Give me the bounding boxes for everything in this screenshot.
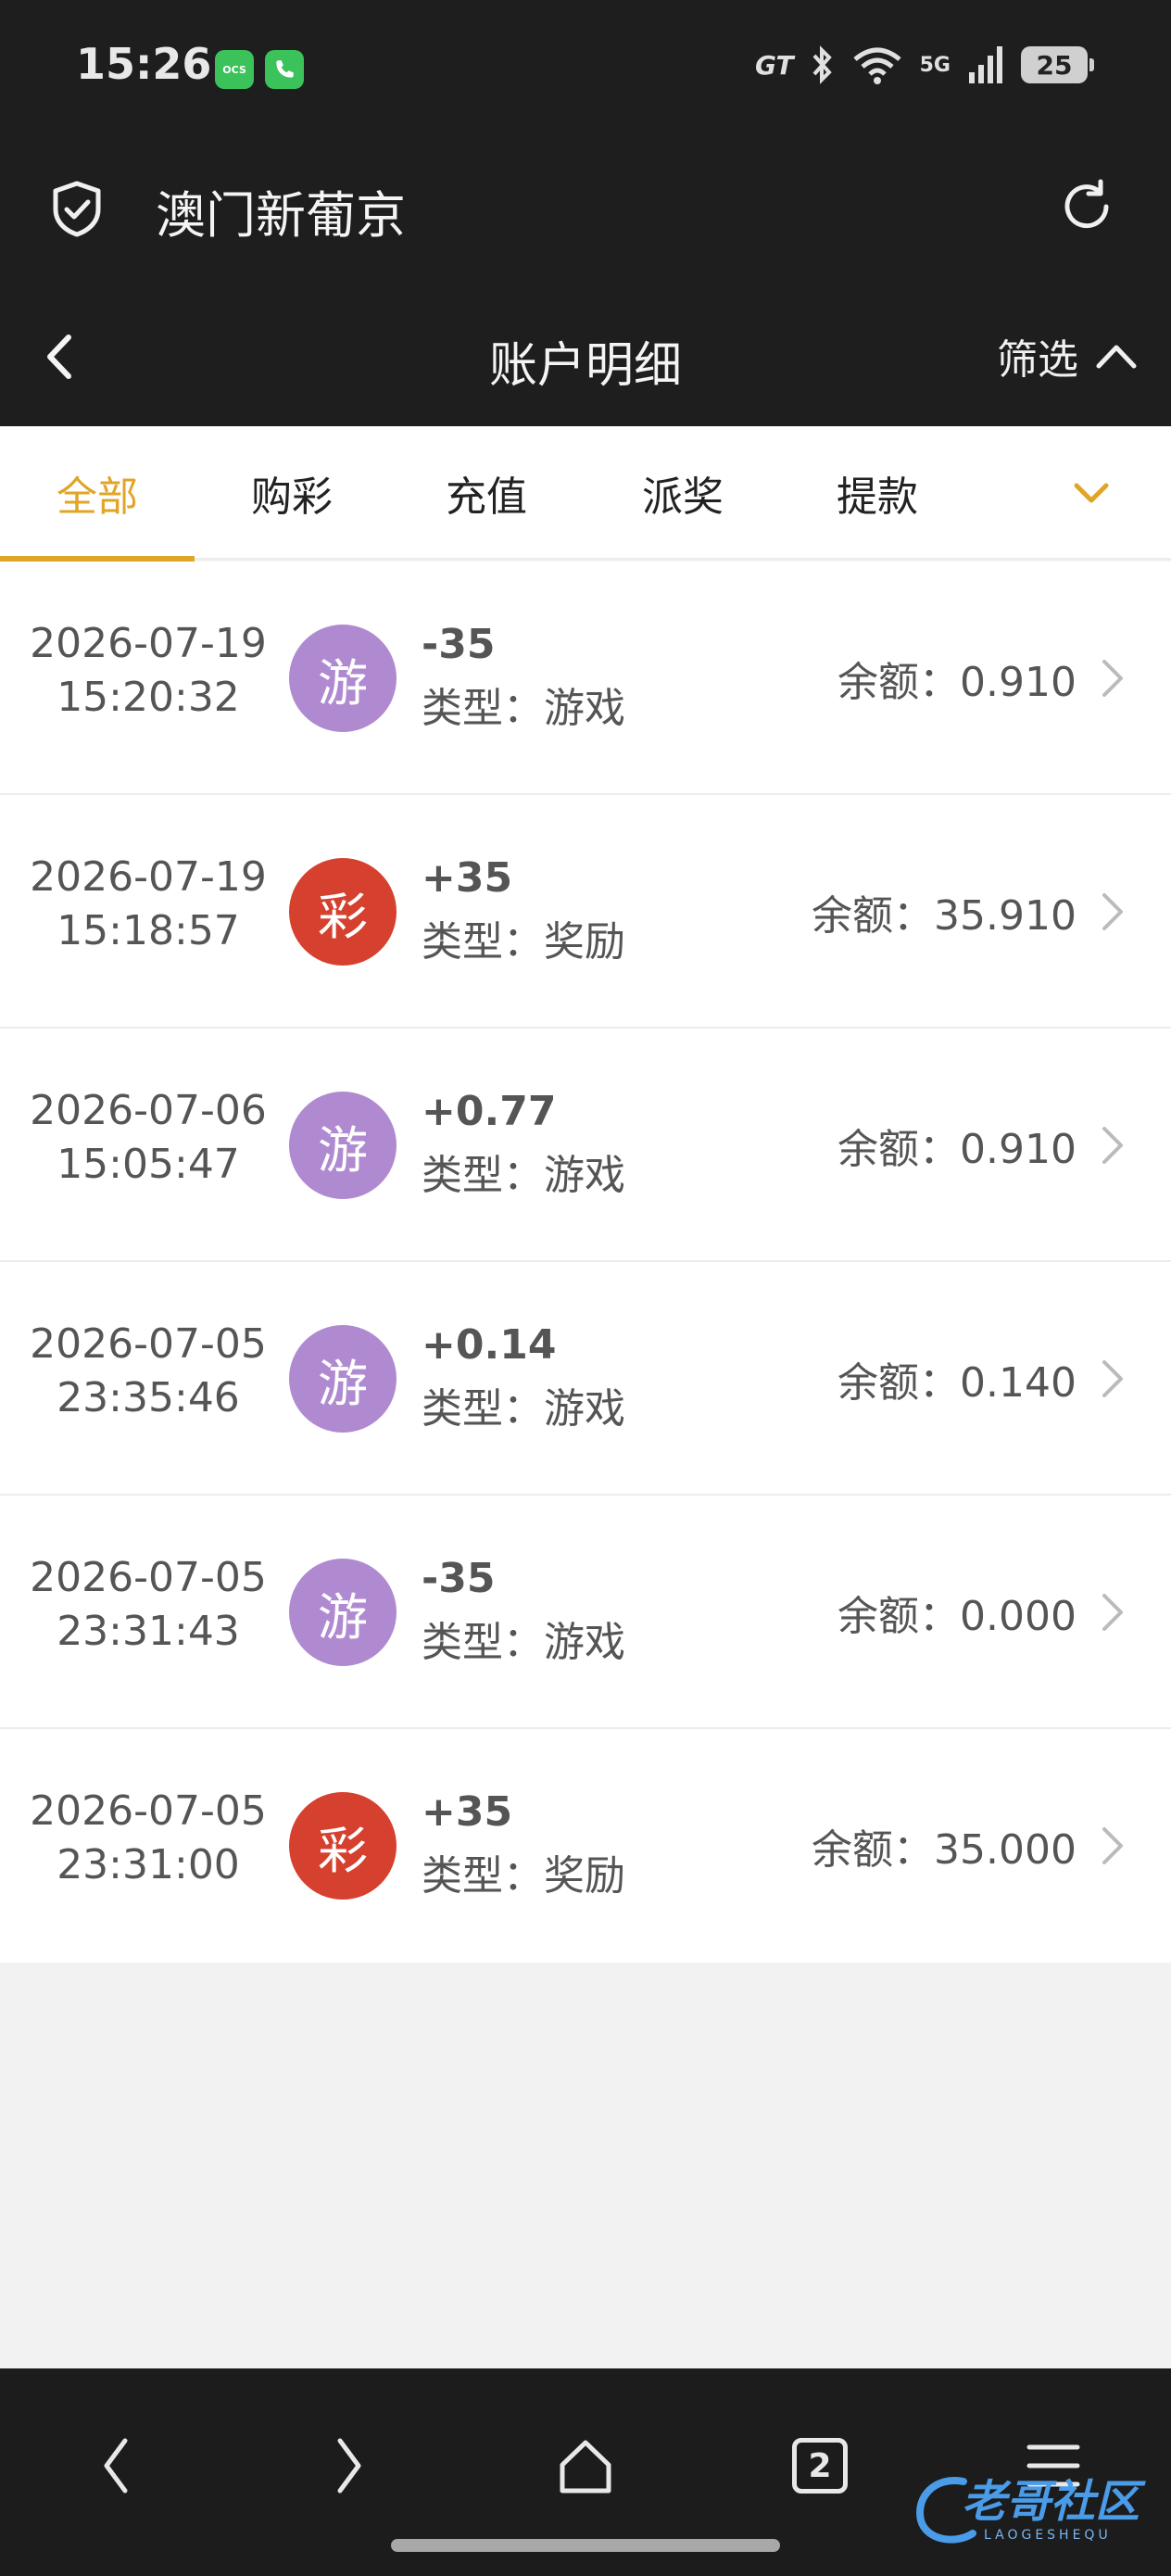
chevron-right-icon (1102, 1827, 1123, 1864)
transaction-type: 类型：游戏 (422, 1152, 625, 1199)
transaction-amount: +0.14 (422, 1321, 557, 1369)
transaction-datetime: 2026-07-19 15:18:57 (28, 851, 269, 958)
transaction-type: 类型：奖励 (422, 918, 625, 966)
transaction-amount: -35 (422, 1555, 496, 1602)
shield-check-icon[interactable] (46, 178, 107, 239)
chevron-left-icon (104, 2438, 128, 2494)
signal-icon (969, 46, 1002, 83)
transaction-amount: -35 (422, 621, 496, 668)
transaction-date: 2026-07-05 (30, 1320, 267, 1368)
tab-deposit[interactable]: 充值 (389, 426, 584, 560)
watermark-subtext: LAOGESHEQU (984, 2528, 1112, 2543)
home-icon (560, 2440, 611, 2494)
chevron-right-icon (1102, 660, 1123, 697)
status-icons: GT 5G 25 (755, 44, 1094, 85)
transaction-balance: 余额：0.910 (837, 1126, 1077, 1173)
browser-bar: 澳门新葡京 (0, 158, 1171, 259)
category-tabs: 全部 购彩 充值 派奖 提款 (0, 426, 1171, 562)
transaction-datetime: 2026-07-19 15:20:32 (28, 617, 269, 725)
status-bar: 15:26 OCS GT 5G 25 (0, 0, 1171, 139)
transaction-date: 2026-07-19 (30, 620, 267, 667)
transaction-datetime: 2026-07-05 23:35:46 (28, 1318, 269, 1425)
tabs-button[interactable]: 2 (778, 2424, 862, 2507)
transaction-balance: 余额：35.910 (812, 892, 1077, 940)
tab-payout[interactable]: 派奖 (586, 426, 780, 560)
tab-all[interactable]: 全部 (0, 426, 195, 562)
transaction-datetime: 2026-07-05 23:31:00 (28, 1785, 269, 1892)
phone-app-icon (265, 50, 304, 89)
gt-mark: GT (755, 49, 794, 81)
transaction-row[interactable]: 2026-07-19 15:18:57 彩 +35 类型：奖励 余额：35.910 (0, 795, 1171, 1029)
ocs-app-icon: OCS (215, 50, 254, 89)
tab-lottery[interactable]: 购彩 (195, 426, 389, 560)
home-indicator[interactable] (391, 2539, 780, 2552)
bluetooth-icon (812, 45, 832, 84)
watermark-text: 老哥社区 (962, 2476, 1140, 2528)
transaction-amount: +0.77 (422, 1088, 557, 1135)
category-badge: 游 (289, 1325, 397, 1433)
reload-icon[interactable] (1054, 174, 1119, 239)
chevron-right-icon (1102, 893, 1123, 930)
transaction-balance: 余额：0.910 (837, 659, 1077, 706)
transaction-date: 2026-07-05 (30, 1554, 267, 1601)
transaction-balance: 余额：0.000 (837, 1593, 1077, 1640)
tab-count: 2 (792, 2438, 848, 2494)
transaction-date: 2026-07-05 (30, 1787, 267, 1835)
transaction-time: 15:20:32 (57, 674, 240, 721)
chevron-right-icon (1102, 1127, 1123, 1164)
site-title: 澳门新葡京 (156, 186, 406, 245)
transaction-row[interactable]: 2026-07-06 15:05:47 游 +0.77 类型：游戏 余额：0.910 (0, 1029, 1171, 1262)
transaction-type: 类型：游戏 (422, 685, 625, 732)
transaction-time: 23:31:00 (57, 1841, 240, 1888)
chevron-down-icon[interactable] (1064, 465, 1119, 521)
transaction-amount: +35 (422, 1788, 513, 1836)
transaction-type: 类型：奖励 (422, 1852, 625, 1900)
category-badge: 彩 (289, 858, 397, 966)
tab-withdraw[interactable]: 提款 (780, 426, 975, 560)
transaction-time: 23:35:46 (57, 1374, 240, 1421)
transaction-row[interactable]: 2026-07-05 23:31:43 游 -35 类型：游戏 余额：0.000 (0, 1496, 1171, 1729)
browser-back-button[interactable] (74, 2424, 157, 2507)
browser-forward-button[interactable] (308, 2424, 391, 2507)
status-time: 15:26 (76, 39, 212, 89)
transaction-balance: 余额：35.000 (812, 1826, 1077, 1874)
chevron-up-icon (1096, 345, 1137, 369)
transaction-amount: +35 (422, 854, 513, 902)
watermark: 老哥社区 LAOGESHEQU (908, 2465, 1158, 2557)
wifi-icon (853, 47, 901, 84)
transaction-type: 类型：游戏 (422, 1619, 625, 1666)
category-badge: 游 (289, 1559, 397, 1666)
page-title: 账户明细 (488, 338, 682, 394)
transaction-list: 2026-07-19 15:20:32 游 -35 类型：游戏 余额：0.910 2026-… (0, 562, 1171, 1963)
category-badge: 游 (289, 625, 397, 732)
home-button[interactable] (544, 2424, 627, 2507)
transaction-balance: 余额：0.140 (837, 1359, 1077, 1407)
transaction-time: 15:18:57 (57, 907, 240, 954)
network-type: 5G (919, 53, 951, 77)
chevron-right-icon (1102, 1360, 1123, 1397)
filter-label: 筛选 (997, 336, 1078, 384)
filter-button[interactable]: 筛选 (997, 326, 1138, 385)
chevron-right-icon (337, 2438, 361, 2494)
top-dark-area: 15:26 OCS GT 5G 25 澳门新葡京 账户明细 筛选 (0, 0, 1171, 426)
category-badge: 游 (289, 1092, 397, 1199)
transaction-time: 15:05:47 (57, 1141, 240, 1188)
transaction-date: 2026-07-06 (30, 1087, 267, 1134)
transaction-datetime: 2026-07-06 15:05:47 (28, 1084, 269, 1192)
transaction-date: 2026-07-19 (30, 853, 267, 901)
transaction-datetime: 2026-07-05 23:31:43 (28, 1551, 269, 1659)
transaction-row[interactable]: 2026-07-05 23:35:46 游 +0.14 类型：游戏 余额：0.140 (0, 1262, 1171, 1496)
battery-indicator: 25 (1021, 46, 1094, 83)
transaction-row[interactable]: 2026-07-19 15:20:32 游 -35 类型：游戏 余额：0.910 (0, 562, 1171, 795)
chevron-right-icon (1102, 1594, 1123, 1631)
transaction-time: 23:31:43 (57, 1608, 240, 1655)
transaction-type: 类型：游戏 (422, 1385, 625, 1433)
transaction-row[interactable]: 2026-07-05 23:31:00 彩 +35 类型：奖励 余额：35.000 (0, 1729, 1171, 1963)
category-badge: 彩 (289, 1792, 397, 1900)
page-header: 账户明细 筛选 (0, 306, 1171, 408)
